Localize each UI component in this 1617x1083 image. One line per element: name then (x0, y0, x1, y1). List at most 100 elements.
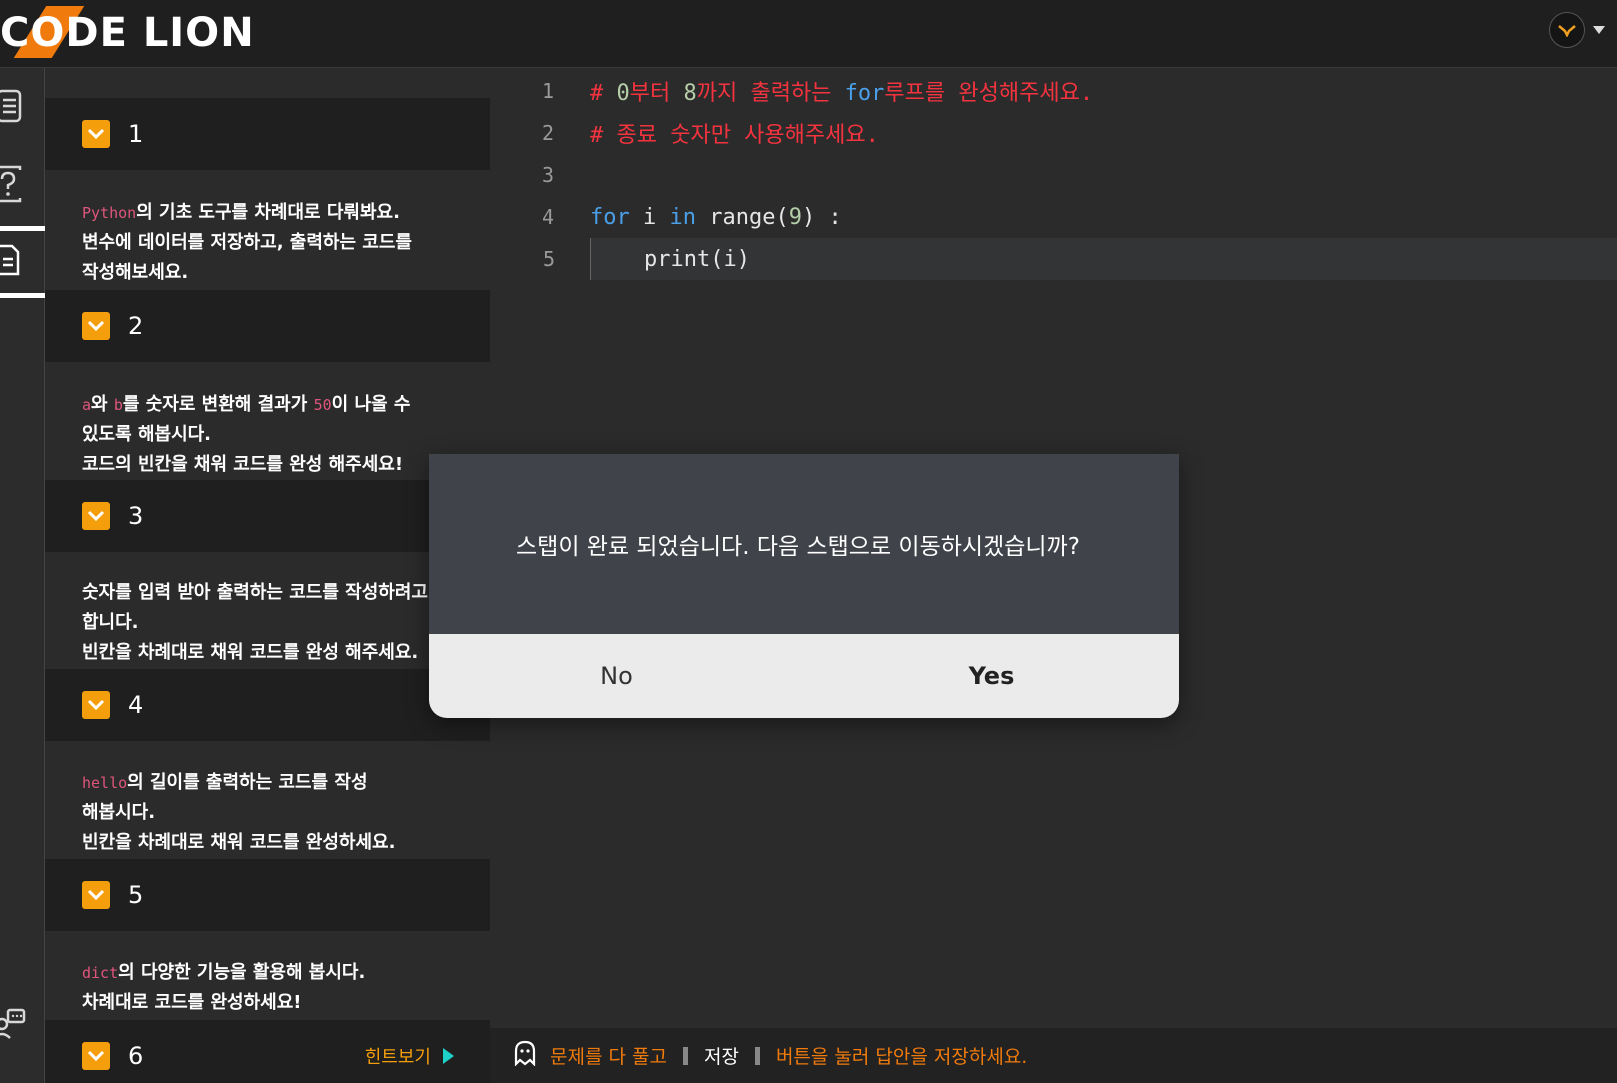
rail-button-quiz[interactable] (0, 150, 45, 222)
yes-button[interactable]: Yes (804, 634, 1179, 718)
step-header-5[interactable]: 5 (45, 859, 490, 931)
footer-save-label: 저장 (703, 1046, 739, 1068)
step-number: 4 (128, 691, 144, 719)
code-token: 루프를 완성해주세요. (884, 81, 1094, 106)
footer-bar: 문제를 다 풀고 저장 버튼을 눌러 답안을 저장하세요. (490, 1028, 1617, 1083)
footer-text-2: 버튼을 눌러 답안을 저장하세요. (775, 1046, 1028, 1068)
inline-code: Python (82, 204, 137, 222)
desc-line: 코드의 빈칸을 채워 코드를 완성 해주세요! (82, 454, 404, 475)
community-chat-icon (0, 1004, 26, 1044)
inline-code: 50 (313, 396, 332, 414)
desc-line: 의 기초 도구를 차례대로 다뤄봐요. (136, 202, 400, 223)
step-number: 2 (128, 312, 144, 340)
rail-button-code[interactable] (0, 226, 45, 298)
hint-label: 힌트보기 (364, 1047, 431, 1068)
dialog-message: 스탭이 완료 되었습니다. 다음 스탭으로 이동하시겠습니까? (516, 534, 1080, 560)
desc-line: 있도록 해봅시다. (82, 424, 212, 445)
code-line: 3 (490, 154, 1617, 196)
icon-rail (0, 68, 45, 1083)
code-token: in (669, 204, 697, 230)
code-token: 0 (616, 81, 630, 106)
code-token: for (590, 204, 630, 230)
check-icon (82, 881, 110, 909)
top-bar: CODE LION (0, 0, 1617, 68)
code-token: 부터 (629, 81, 684, 106)
footer-text-1: 문제를 다 풀고 (550, 1046, 667, 1068)
app-root: CODE LION 1 Python의 기초 도구를 차례대로 다뤄봐요. 변수… (0, 0, 1617, 1083)
code-line-current: 5 print(i) (543, 238, 1617, 280)
desc-line: 차례대로 코드를 완성하세요! (82, 992, 302, 1013)
desc-line: 빈칸을 차례대로 채워 코드를 완성하세요. (82, 832, 396, 853)
dialog-actions: No Yes (429, 634, 1179, 718)
step-number: 3 (128, 502, 144, 530)
desc-text: 이 나올 수 (331, 394, 411, 415)
step-description-1: Python의 기초 도구를 차례대로 다뤄봐요. 변수에 데이터를 저장하고,… (82, 198, 482, 288)
divider (754, 1046, 760, 1065)
line-number: 2 (541, 121, 554, 145)
chevron-down-icon[interactable] (1593, 26, 1605, 34)
step-list: 1 Python의 기초 도구를 차례대로 다뤄봐요. 변수에 데이터를 저장하… (45, 68, 490, 1083)
code-text: for i in range(9) : (590, 205, 842, 230)
desc-line: 의 길이를 출력하는 코드를 작성 (127, 772, 368, 793)
step-description-4: hello의 길이를 출력하는 코드를 작성 해봅시다. 빈칸을 차례대로 채워… (82, 768, 482, 858)
desc-line: 의 다양한 기능을 활용해 봅시다. (118, 962, 366, 983)
dialog-body: 스탭이 완료 되었습니다. 다음 스탭으로 이동하시겠습니까? (429, 454, 1179, 634)
check-icon (82, 691, 110, 719)
rail-button-community[interactable] (0, 988, 45, 1060)
no-button[interactable]: No (429, 634, 804, 718)
inline-code: hello (82, 774, 128, 792)
code-token: 9 (788, 204, 802, 230)
desc-line: 작성해보세요. (82, 262, 189, 283)
divider (682, 1046, 688, 1065)
step-header-6[interactable]: 6 힌트보기 (45, 1020, 490, 1083)
step-complete-dialog: 스탭이 완료 되었습니다. 다음 스탭으로 이동하시겠습니까? No Yes (429, 454, 1179, 718)
code-token: 까지 출력하는 (696, 81, 845, 106)
code-token: i (629, 204, 670, 230)
code-token: for (844, 81, 885, 106)
check-icon (82, 120, 110, 148)
step-header-4[interactable]: 4 (45, 669, 490, 741)
check-icon (82, 1042, 110, 1070)
step-header-3[interactable]: 3 (45, 480, 490, 552)
document-list-icon (0, 88, 24, 128)
desc-line: 변수에 데이터를 저장하고, 출력하는 코드를 (82, 232, 412, 253)
desc-text: 와 (91, 394, 114, 415)
rail-button-overview[interactable] (0, 72, 45, 144)
lion-avatar-icon[interactable] (1549, 12, 1585, 48)
step-header-2[interactable]: 2 (45, 290, 490, 362)
play-arrow-icon (443, 1048, 454, 1064)
code-token: range( (696, 204, 789, 230)
step-header-1[interactable]: 1 (45, 98, 490, 170)
inline-code: dict (82, 964, 119, 982)
code-token: ) : (801, 204, 842, 230)
inline-code: b (113, 396, 123, 414)
code-line: 4 for i in range(9) : (490, 196, 1617, 238)
code-text: # 0부터 8까지 출력하는 for루프를 완성해주세요. (590, 75, 1093, 107)
desc-text: 를 숫자로 변환해 결과가 (122, 394, 314, 415)
line-number: 5 (542, 247, 555, 271)
line-number: 4 (541, 205, 554, 229)
step-description-5: dict의 다양한 기능을 활용해 봅시다. 차례대로 코드를 완성하세요! (82, 958, 482, 1018)
code-text: print(i) (591, 246, 750, 272)
line-number: 3 (541, 163, 554, 187)
code-line: 2 # 종료 숫자만 사용해주세요. (490, 112, 1617, 154)
code-line: 1 # 0부터 8까지 출력하는 for루프를 완성해주세요. (490, 70, 1617, 112)
ghost-icon (514, 1040, 536, 1071)
line-number: 1 (541, 79, 554, 103)
step-description-2: a와 b를 숫자로 변환해 결과가 50이 나올 수 있도록 해봅시다. 코드의… (82, 390, 482, 480)
inline-code: a (82, 396, 92, 414)
question-icon (0, 164, 24, 208)
check-icon (82, 312, 110, 340)
step-number: 1 (128, 120, 144, 148)
user-menu[interactable] (1549, 12, 1605, 48)
logo-text: CODE LION (0, 10, 255, 56)
code-text: # 종료 숫자만 사용해주세요. (590, 123, 879, 148)
code-token: 8 (683, 81, 697, 106)
code-token: # (590, 81, 617, 106)
logo[interactable]: CODE LION (0, 6, 255, 58)
step-number: 6 (128, 1042, 144, 1070)
hint-button[interactable]: 힌트보기 (365, 1043, 454, 1069)
check-icon (82, 502, 110, 530)
step-number: 5 (128, 881, 144, 909)
desc-line: 해봅시다. (82, 802, 156, 823)
